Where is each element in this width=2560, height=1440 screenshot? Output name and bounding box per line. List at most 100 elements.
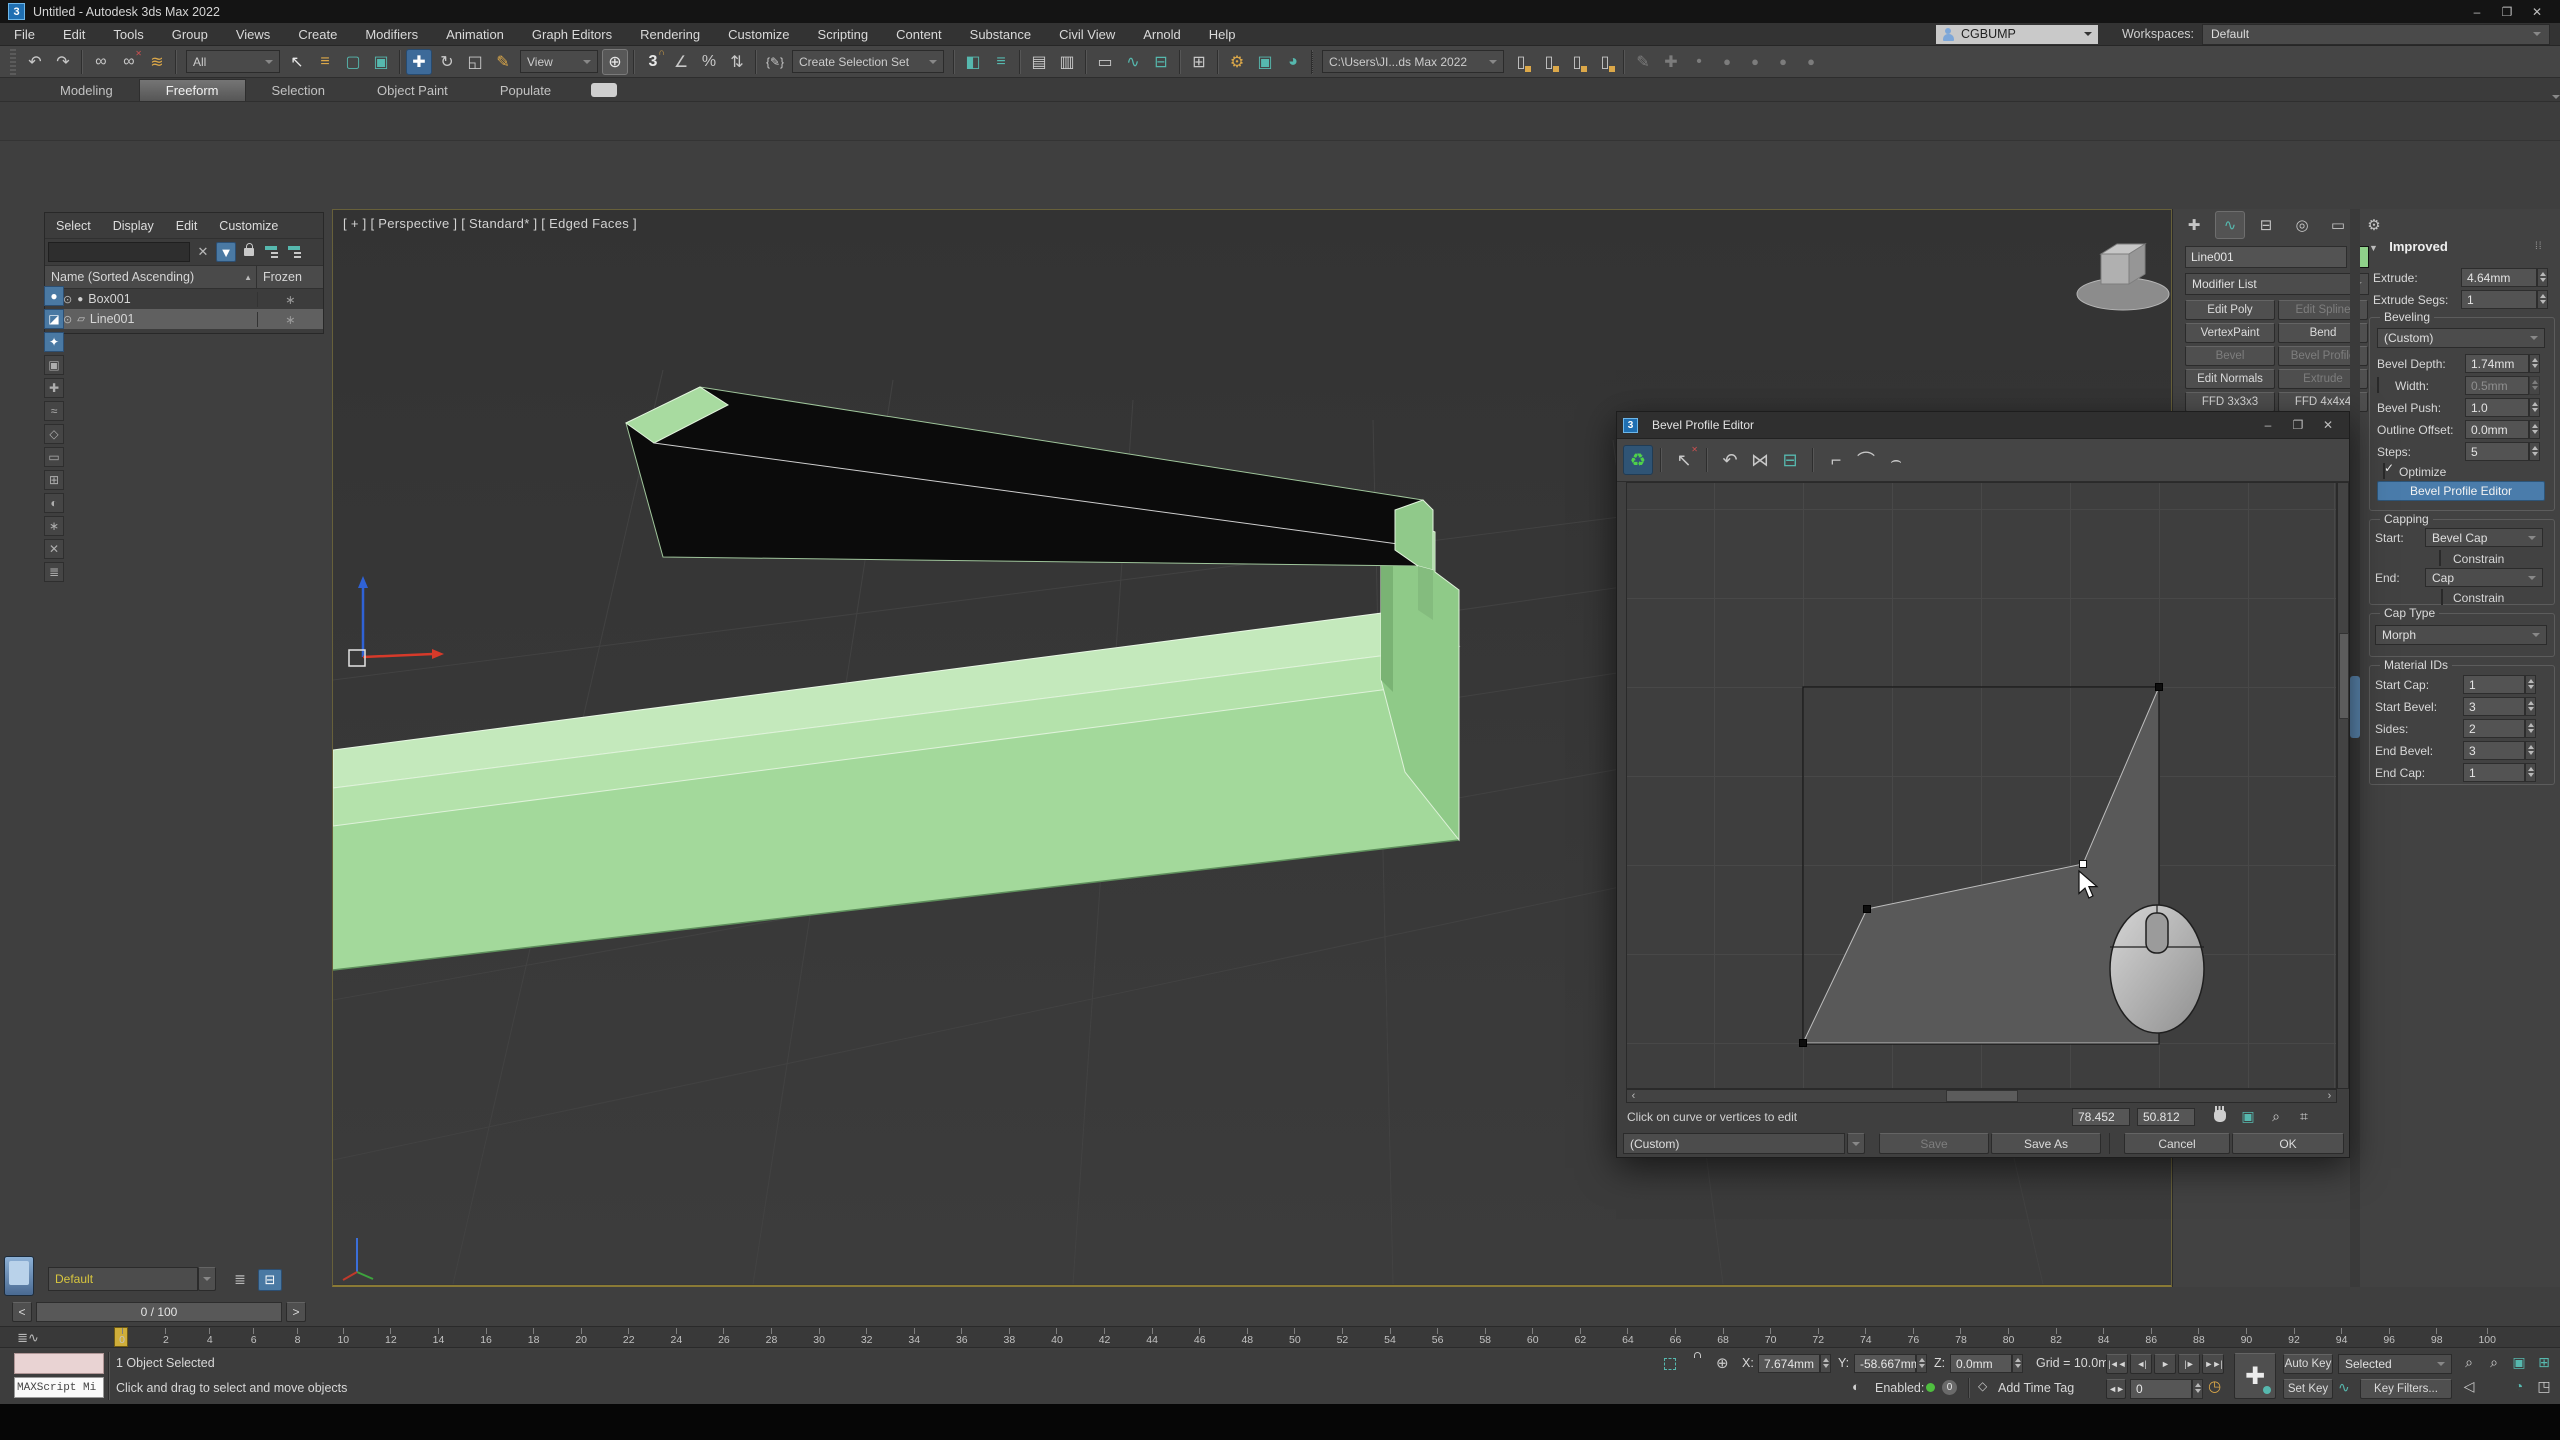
selection-filter-select[interactable]: All [186,50,280,73]
add-time-tag[interactable]: Add Time Tag [1998,1381,2074,1395]
selection-region-icon[interactable] [1664,1358,1676,1370]
menu-item[interactable]: Customize [714,27,803,42]
minimize-button[interactable]: – [2253,418,2283,432]
extrude-segs-spinner[interactable] [2537,290,2548,309]
explorer-row[interactable]: ⊙ ● Box001 ∗ [45,289,323,309]
sync-states-icon[interactable]: ▯ [1592,49,1618,75]
material-id-spinner[interactable] [2525,763,2536,782]
filter-materials-icon[interactable]: ◐ [44,493,64,513]
filter-bones-icon[interactable]: ◇ [44,424,64,444]
modifier-button[interactable]: Edit Normals [2185,369,2275,389]
go-to-start-button[interactable]: |◄◄ [2106,1354,2128,1374]
snap-toggle-icon[interactable]: 3 [640,49,666,75]
menu-item[interactable]: Civil View [1045,27,1129,42]
explorer-search-input[interactable] [48,242,190,262]
menu-item[interactable]: Animation [432,27,518,42]
collapse-tree-icon[interactable] [285,242,305,262]
viewport-label[interactable]: [ + ] [ Perspective ] [ Standard* ] [ Ed… [343,216,637,231]
explorer-menu-item[interactable]: Display [102,219,165,233]
layers-icon[interactable]: ≣ [230,1269,250,1289]
edit-named-selection-sets-icon[interactable]: {✎} [762,49,788,75]
menu-item[interactable]: Substance [956,27,1045,42]
maximize-button[interactable]: ❐ [2492,5,2522,19]
zoom-extents-all-icon[interactable]: ⊞ [2533,1352,2555,1372]
expand-tree-icon[interactable] [262,242,282,262]
modifier-button[interactable]: Edit Poly [2185,300,2275,320]
dot-big3-icon[interactable]: ● [1798,49,1824,75]
constrain-start-checkbox[interactable] [2439,550,2441,566]
undo-icon[interactable]: ↶ [22,49,48,75]
filter-cameras-icon[interactable]: ▣ [44,355,64,375]
modifier-list-dropdown[interactable]: Modifier List [2185,273,2369,295]
workspace-select[interactable]: Default [2202,24,2550,45]
explorer-row[interactable]: ⊙ ▱ Line001 ∗ [45,309,323,329]
bind-spacewarp-icon[interactable]: ≋ [144,49,170,75]
dot-big2-icon[interactable]: ● [1770,49,1796,75]
menu-item[interactable]: Content [882,27,956,42]
material-id-field[interactable]: 1 [2463,763,2525,782]
bezier-smooth-icon[interactable]: ⌢ [1881,445,1911,475]
save-as-button[interactable]: Save As [1991,1133,2101,1154]
render-setup-icon[interactable]: ⚙ [1224,49,1250,75]
bevel-profile-editor-button[interactable]: Bevel Profile Editor [2377,481,2545,501]
frozen-icon[interactable]: ∗ [285,312,295,327]
mute-button[interactable]: 0 [1942,1380,1957,1395]
fov-icon[interactable]: ◁ [2458,1376,2480,1396]
filter-containers-icon[interactable]: ▭ [44,447,64,467]
use-pivot-center-icon[interactable]: ⊕ [602,49,628,75]
ribbon-tab[interactable]: Freeform [139,79,246,101]
menu-item[interactable]: Modifiers [351,27,432,42]
ok-button[interactable]: OK [2232,1133,2344,1154]
select-and-place-icon[interactable]: ✎ [490,49,516,75]
schematic-view-icon[interactable]: ⊞ [1186,49,1212,75]
offset-profile-icon[interactable]: ⊟ [1775,445,1805,475]
optimize-checkbox[interactable] [2383,463,2385,479]
track-bar[interactable]: ≣∿ 0 2 4 6 [0,1326,2560,1348]
close-button[interactable]: ✕ [2522,5,2552,19]
rendered-frame-window-icon[interactable]: ▣ [1252,49,1278,75]
profile-preset-combo[interactable]: (Custom) [1623,1133,1845,1154]
unlink-icon[interactable]: ∞ [116,49,142,75]
next-frame-arrow[interactable]: > [286,1302,306,1322]
dot-big1-icon[interactable]: ● [1742,49,1768,75]
tab-create-icon[interactable]: ✚ [2179,211,2209,239]
menu-item[interactable]: Tools [99,27,157,42]
bevel-depth-field[interactable]: 1.74mm [2465,354,2529,373]
bevel-push-field[interactable]: 1.0 [2465,398,2529,417]
open-container-icon[interactable]: ▯ [1536,49,1562,75]
orbit-icon[interactable]: ◔ [2508,1376,2530,1396]
material-id-spinner[interactable] [2525,697,2536,716]
state-sets-icon[interactable]: ▯ [1508,49,1534,75]
account-menu[interactable]: CGBUMP [1936,25,2098,44]
maxscript-mini-listener[interactable]: MAXScript Mi [14,1377,104,1398]
maxscript-pink-field[interactable] [14,1353,104,1374]
corner-vertex-icon[interactable]: ⌐ [1821,445,1851,475]
explorer-menu-item[interactable]: Select [45,219,102,233]
transform-gizmo-icon[interactable]: ⊕ [1716,1354,1729,1372]
viewport-layout-icon[interactable] [4,1256,34,1296]
previous-frame-button[interactable]: ◄| [2130,1354,2152,1374]
material-id-field[interactable]: 2 [2463,719,2525,738]
time-slider[interactable]: 0 / 100 [36,1302,282,1322]
select-object-icon[interactable]: ↖ [284,49,310,75]
reference-coordinate-select[interactable]: View [520,50,598,73]
filter-shapes-icon[interactable]: ◪ [44,309,64,329]
tab-motion-icon[interactable]: ◎ [2287,211,2317,239]
material-id-field[interactable]: 3 [2463,741,2525,760]
filter-lights-icon[interactable]: ✦ [44,332,64,352]
save-button[interactable]: Save [1879,1133,1989,1154]
menu-item[interactable]: Scripting [804,27,883,42]
set-key-button[interactable]: Set Key [2283,1379,2333,1399]
default-preset-combo[interactable]: Default [48,1267,198,1291]
link-icon[interactable]: ∞ [88,49,114,75]
width-spinner[interactable] [2529,376,2540,395]
modifier-button[interactable]: VertexPaint [2185,323,2275,343]
command-panel-scrollbar[interactable] [2350,209,2360,1287]
constrain-end-checkbox[interactable] [2441,589,2443,605]
key-filters-icon[interactable]: ∿ [2338,1379,2350,1396]
rollout-header[interactable]: ▼ Improved ⁞⁞ [2369,239,2448,254]
profile-canvas[interactable] [1626,482,2337,1089]
maximize-viewport-icon[interactable]: ◳ [2533,1376,2555,1396]
align-icon[interactable]: ≡ [988,49,1014,75]
coord-y-field[interactable]: 50.812 [2137,1108,2195,1126]
